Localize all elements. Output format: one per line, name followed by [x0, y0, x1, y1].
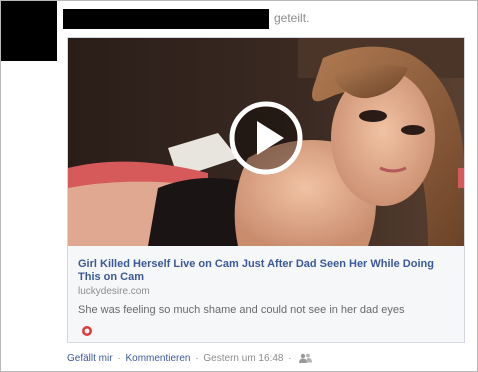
author-name-redacted[interactable]: [63, 9, 269, 29]
play-icon[interactable]: [229, 101, 303, 175]
post-footer: Gefällt mir · Kommentieren · Gestern um …: [67, 353, 313, 364]
people-icon[interactable]: [299, 353, 313, 363]
comment-link[interactable]: Kommentieren: [125, 353, 190, 364]
separator: ·: [117, 353, 121, 364]
link-attachment[interactable]: Girl Killed Herself Live on Cam Just Aft…: [67, 37, 465, 343]
post-timestamp[interactable]: Gestern um 16:48: [203, 353, 283, 364]
avatar-redacted[interactable]: [1, 1, 57, 61]
feed-post: geteilt. Girl Killed Herself Live on Cam…: [0, 0, 478, 372]
link-preview[interactable]: Girl Killed Herself Live on Cam Just Aft…: [68, 246, 464, 342]
video-thumbnail[interactable]: [68, 38, 464, 246]
shared-label: geteilt.: [274, 11, 310, 25]
link-domain: luckydesire.com: [78, 286, 150, 297]
link-title[interactable]: Girl Killed Herself Live on Cam Just Aft…: [78, 258, 458, 284]
separator: ·: [195, 353, 199, 364]
link-description: She was feeling so much shame and could …: [78, 304, 405, 316]
like-link[interactable]: Gefällt mir: [67, 353, 113, 364]
separator: ·: [288, 353, 292, 364]
red-circle-icon: [82, 326, 92, 336]
